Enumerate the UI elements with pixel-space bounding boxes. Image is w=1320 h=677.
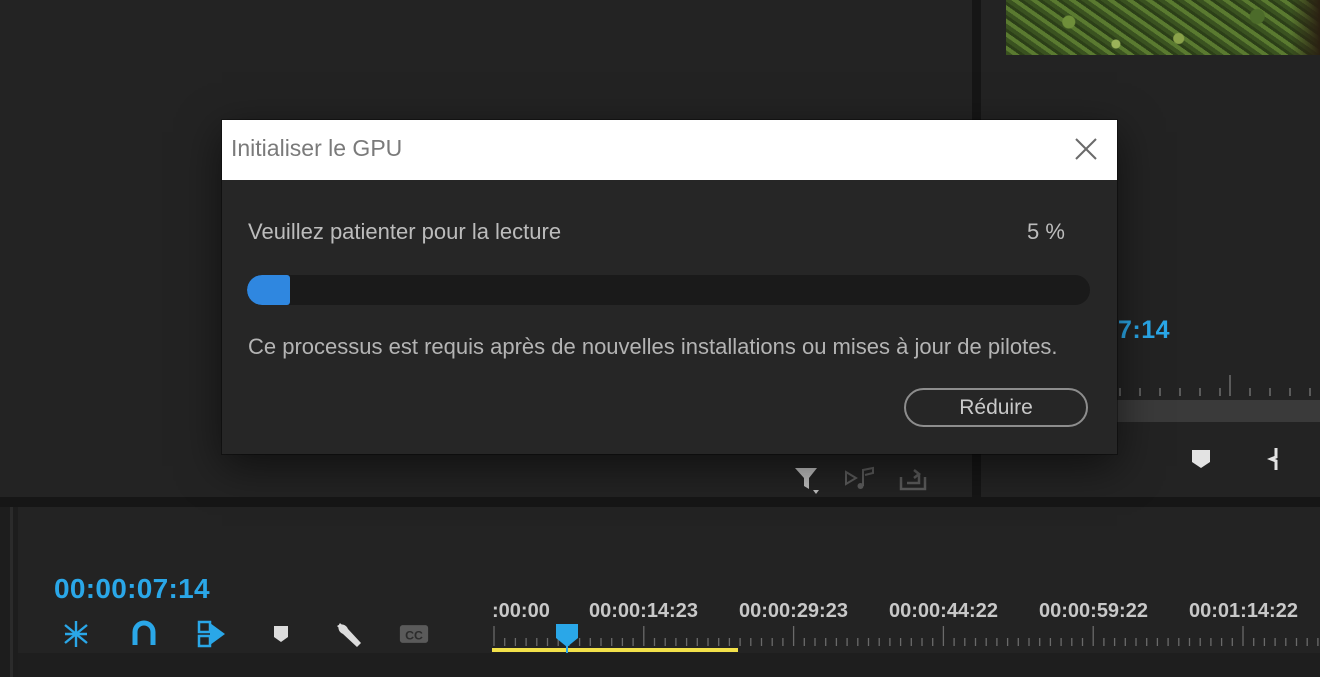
ruler-label-1: 00:00:14:23 [589,600,698,622]
add-marker-icon[interactable] [1189,448,1213,470]
timeline-timecode[interactable]: 00:00:07:14 [54,573,210,605]
snap-magnet-icon[interactable] [129,619,159,649]
reduce-button[interactable]: Réduire [904,388,1088,427]
captions-cc-icon[interactable]: CC [399,619,429,649]
timeline-track-area[interactable] [18,653,1320,677]
dialog-title: Initialiser le GPU [231,135,403,161]
gpu-init-dialog: Initialiser le GPU Veuillez patienter po… [222,120,1117,454]
program-monitor-ruler[interactable] [1117,370,1320,398]
filter-icon[interactable] [793,464,823,496]
progress-bar-fill [247,275,290,305]
info-text: Ce processus est requis après de nouvell… [248,334,1058,359]
automate-to-sequence-icon[interactable] [843,465,877,493]
ruler-label-4: 00:00:59:22 [1039,600,1148,622]
video-preview-frame [1006,0,1320,55]
mark-in-icon[interactable] [1266,446,1282,472]
playhead-handle[interactable] [556,624,578,647]
export-icon[interactable] [897,465,931,493]
timeline-left-edge [0,507,18,677]
ruler-label-0: :00:00 [492,600,550,622]
progress-percent-label: 5 % [1027,219,1065,244]
program-monitor-zoom-scrollbar[interactable] [1117,400,1320,422]
panel-divider-horizontal[interactable] [0,497,1320,507]
linked-selection-icon[interactable] [197,619,227,649]
dialog-titlebar[interactable]: Initialiser le GPU [222,120,1117,180]
ruler-label-3: 00:00:44:22 [889,600,998,622]
program-monitor-timecode[interactable]: 7:14 [1118,316,1170,345]
snap-nested-icon[interactable] [61,619,91,649]
settings-wrench-icon[interactable] [333,619,363,649]
progress-message: Veuillez patienter pour la lecture [248,219,562,244]
svg-text:CC: CC [405,628,423,642]
progress-bar [247,275,1090,305]
video-preview-edge [1290,0,1320,55]
add-marker-icon[interactable] [266,619,296,649]
ruler-label-2: 00:00:29:23 [739,600,848,622]
ruler-label-5: 00:01:14:22 [1189,600,1298,622]
close-icon[interactable] [1071,134,1101,164]
